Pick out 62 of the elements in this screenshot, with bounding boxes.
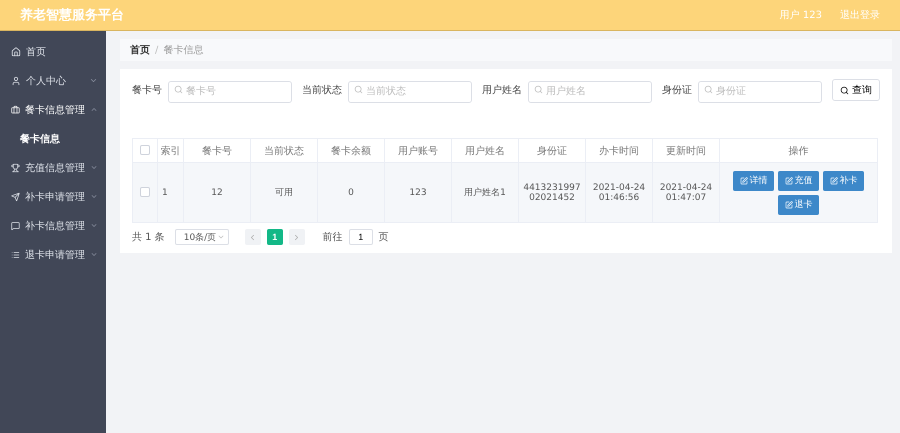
list-icon: [11, 250, 20, 260]
user-name: 用户 123: [780, 8, 822, 22]
edit-icon: [784, 176, 792, 184]
action-button[interactable]: 退卡: [778, 194, 819, 214]
page-input[interactable]: 1: [348, 229, 373, 245]
paper-plane-icon: [11, 192, 20, 202]
sidebar-item[interactable]: 补卡申请管理: [0, 182, 106, 211]
filter-label: 餐卡号: [132, 84, 162, 97]
filter-label: 当前状态: [302, 84, 342, 97]
table-cell: 2021-04-24 01:47:07: [652, 162, 720, 222]
edit-icon: [784, 200, 792, 208]
action-button[interactable]: 补卡: [823, 170, 864, 190]
home-icon: [11, 46, 21, 56]
action-button[interactable]: 详情: [733, 170, 774, 190]
table-cell: 0: [318, 162, 384, 222]
table-cell: 用户姓名1: [452, 162, 518, 222]
search-button[interactable]: 查询: [832, 79, 880, 101]
page-suffix: 页: [378, 231, 389, 244]
search-icon: [704, 85, 713, 94]
search-field[interactable]: 餐卡号: [168, 80, 292, 102]
action-button[interactable]: 充值: [778, 170, 819, 190]
sidebar-item[interactable]: 补卡信息管理: [0, 211, 106, 240]
search-icon: [174, 85, 183, 94]
edit-icon: [830, 176, 838, 184]
goto-label: 前往: [322, 230, 343, 244]
search-field[interactable]: 用户姓名: [528, 80, 652, 102]
briefcase-icon: [11, 104, 20, 114]
sidebar-item[interactable]: 个人中心: [0, 66, 106, 95]
breadcrumb-separator: /: [155, 44, 158, 56]
search-field[interactable]: 当前状态: [348, 80, 472, 102]
breadcrumb-item[interactable]: 首页: [130, 43, 150, 57]
chevron-down-icon: [216, 233, 225, 241]
table-cell: 441323199702021452: [518, 162, 586, 222]
column-header: 操作: [720, 138, 878, 162]
user-icon: [11, 76, 21, 86]
table-cell: 12: [184, 162, 250, 222]
filter-label: 用户姓名: [482, 84, 522, 97]
next-page-button[interactable]: [288, 229, 305, 245]
sidebar-item[interactable]: 充值信息管理: [0, 153, 106, 182]
breadcrumb-item: 餐卡信息: [163, 44, 204, 57]
edit-icon: [740, 176, 748, 184]
chat-icon: [11, 220, 20, 230]
table-cell: 可用: [250, 162, 318, 222]
page-size-select[interactable]: 10条/页: [174, 229, 229, 245]
sidebar-item[interactable]: 退卡申请管理: [0, 240, 106, 269]
search-icon: [840, 86, 849, 94]
app-title: 养老智慧服务平台: [20, 6, 125, 24]
search-field[interactable]: 身份证: [698, 80, 822, 102]
row-checkbox[interactable]: [140, 187, 150, 198]
select-all-checkbox[interactable]: [140, 145, 150, 156]
sidebar-item[interactable]: 餐卡信息管理: [0, 95, 106, 124]
filter-label: 身份证: [662, 84, 692, 97]
table-cell: 123: [384, 162, 452, 222]
search-icon: [354, 85, 363, 94]
total-count: 共 1 条: [132, 230, 165, 244]
previous-page-button[interactable]: [244, 229, 261, 245]
table-cell: 2021-04-24 01:46:56: [586, 162, 652, 222]
sidebar-item[interactable]: 首页: [0, 37, 106, 66]
trophy-icon: [11, 162, 20, 172]
table-cell: 1: [158, 162, 184, 222]
search-icon: [534, 85, 543, 94]
sidebar-subitem[interactable]: 餐卡信息: [0, 124, 106, 153]
